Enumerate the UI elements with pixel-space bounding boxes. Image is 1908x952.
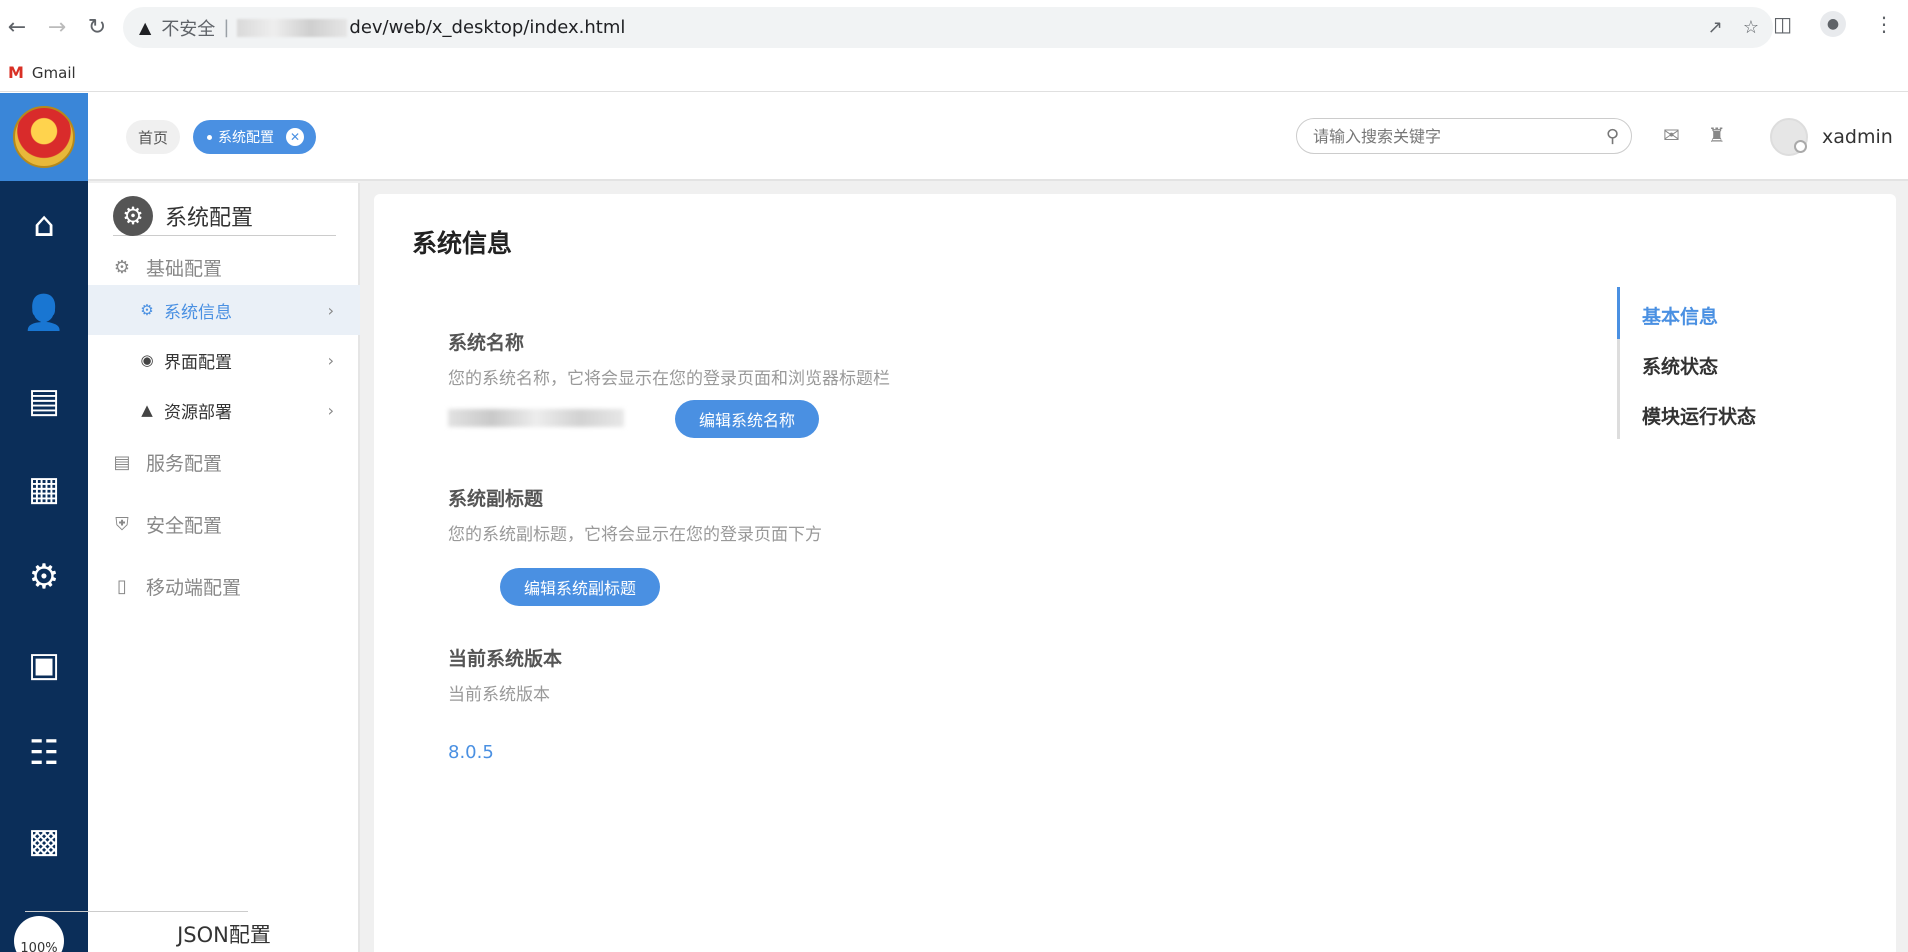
shield-icon: ⛨ (115, 513, 129, 535)
topbar: 首页 系统配置 ✕ ⚲ ✉ ♜ xadmin (88, 93, 1908, 181)
left-rail: ⌂ 👤 ▤ ▦ ⚙ ▣ ☷ ▩ 100% (0, 93, 88, 952)
system-name-desc: 您的系统名称，它将会显示在您的登录页面和浏览器标题栏 (448, 369, 890, 389)
bookmark-star-icon[interactable]: ☆ (1743, 17, 1759, 38)
warning-icon: ▲ (139, 18, 152, 37)
json-config-link[interactable]: JSON配置 (88, 919, 360, 949)
subtitle-desc: 您的系统副标题，它将会显示在您的登录页面下方 (448, 525, 822, 545)
app-root: ⌂ 👤 ▤ ▦ ⚙ ▣ ☷ ▩ 100% 首页 系统配置 ✕ ⚲ ✉ ♜ xad… (0, 93, 1908, 952)
back-icon[interactable]: ← (2, 12, 32, 42)
search-box: ⚲ (1296, 118, 1632, 154)
sidebar-item-ui-config[interactable]: ◉ 界面配置 › (88, 335, 360, 385)
news-icon[interactable]: ▤ (0, 357, 88, 445)
side-menu-footer-divider (25, 911, 248, 912)
url-text: dev/web/x_desktop/index.html (349, 17, 626, 38)
user-settings-icon[interactable]: ⚙ (0, 533, 88, 621)
gear-icon: ⚙ (140, 301, 154, 319)
group-basic[interactable]: ⚙ 基础配置 (88, 247, 360, 287)
group-mobile[interactable]: ▯ 移动端配置 (88, 566, 360, 606)
chevron-right-icon: › (327, 300, 334, 320)
version-value: 8.0.5 (448, 742, 494, 763)
system-name-value-redacted (448, 409, 624, 427)
anchor-basic-info[interactable]: 基本信息 (1642, 302, 1718, 329)
monitor-user-icon[interactable]: 👤 (0, 269, 88, 357)
chevron-right-icon: › (327, 350, 334, 370)
search-icon[interactable]: ⚲ (1606, 126, 1619, 147)
palette-icon: ◉ (140, 351, 154, 369)
anchor-active-bar (1617, 287, 1620, 339)
home-icon[interactable]: ⌂ (0, 181, 88, 269)
share-icon[interactable]: ↗ (1708, 17, 1723, 38)
version-desc: 当前系统版本 (448, 685, 550, 705)
active-dot (207, 134, 212, 140)
version-label: 当前系统版本 (448, 648, 563, 670)
tab-system-config-label: 系统配置 (218, 130, 274, 146)
system-name-label: 系统名称 (448, 332, 525, 354)
tab-system-config[interactable]: 系统配置 ✕ (193, 120, 316, 154)
anchor-system-status[interactable]: 系统状态 (1642, 352, 1718, 379)
server-icon: ▤ (113, 451, 131, 473)
bookmark-gmail[interactable]: Gmail (32, 64, 76, 82)
forward-icon[interactable]: → (42, 12, 72, 42)
side-menu-header: ⚙ 系统配置 (113, 196, 336, 236)
sidebar-item-system-info[interactable]: ⚙ 系统信息 › (88, 285, 360, 335)
group-service-label: 服务配置 (146, 452, 223, 475)
address-bar[interactable]: ▲ 不安全 | dev/web/x_desktop/index.html ↗ ☆ (123, 7, 1773, 48)
group-basic-label: 基础配置 (146, 257, 223, 280)
side-menu-title: 系统配置 (165, 206, 254, 231)
close-icon[interactable]: ✕ (286, 128, 304, 146)
user-menu[interactable]: xadmin (1770, 118, 1893, 156)
message-icon[interactable]: ✉ (1663, 123, 1680, 147)
search-input[interactable] (1313, 126, 1606, 146)
flow-monitor-icon[interactable]: ▣ (0, 621, 88, 709)
logo (0, 93, 88, 181)
group-security[interactable]: ⛨ 安全配置 (88, 504, 360, 544)
side-panel-icon[interactable]: ◫ (1773, 12, 1792, 36)
group-security-label: 安全配置 (146, 514, 223, 537)
sidebar-item-label: 界面配置 (164, 352, 232, 373)
anchor-nav: 基本信息 系统状态 模块运行状态 (1617, 287, 1817, 439)
tab-home[interactable]: 首页 (126, 120, 181, 154)
sidebar-item-resource-deploy[interactable]: ▲ 资源部署 › (88, 385, 360, 435)
dashboard-icon[interactable]: ▩ (0, 797, 88, 885)
zoom-badge[interactable]: 100% (14, 916, 64, 952)
side-menu: ⚙ 系统配置 ⚙ 基础配置 ⚙ 系统信息 › ◉ 界面配置 › ▲ 资源部署 ›… (88, 183, 360, 952)
reload-icon[interactable]: ↻ (82, 12, 112, 42)
anchor-module-status[interactable]: 模块运行状态 (1642, 402, 1756, 429)
profile-icon[interactable]: ● (1820, 11, 1846, 37)
group-service[interactable]: ▤ 服务配置 (88, 442, 360, 482)
security-label: 不安全 (161, 18, 216, 40)
address-separator: | (223, 17, 230, 38)
gmail-icon: M (8, 63, 24, 82)
content-card: 系统信息 系统名称 您的系统名称，它将会显示在您的登录页面和浏览器标题栏 编辑系… (374, 194, 1896, 952)
calendar-icon[interactable]: ▦ (0, 445, 88, 533)
avatar[interactable] (1770, 118, 1808, 156)
sidebar-item-label: 资源部署 (164, 402, 232, 423)
mobile-icon: ▯ (117, 575, 127, 597)
chevron-right-icon: › (327, 400, 334, 420)
redacted-host (237, 18, 348, 37)
edit-system-name-button[interactable]: 编辑系统名称 (675, 400, 820, 438)
subtitle-label: 系统副标题 (448, 488, 544, 510)
browser-toolbar: ← → ↻ ▲ 不安全 | dev/web/x_desktop/index.ht… (0, 0, 1908, 54)
menu-dots-icon[interactable]: ⋮ (1874, 12, 1894, 36)
bookmarks-bar: M Gmail (0, 54, 1908, 92)
group-mobile-label: 移动端配置 (146, 576, 242, 599)
deploy-icon: ▲ (141, 401, 153, 419)
username: xadmin (1822, 126, 1893, 148)
page-title: 系统信息 (412, 229, 513, 258)
emblem-logo (13, 106, 75, 168)
gear-icon: ⚙ (113, 256, 131, 278)
sidebar-item-label: 系统信息 (164, 302, 232, 323)
edit-subtitle-button[interactable]: 编辑系统副标题 (500, 568, 661, 606)
org-chart-icon[interactable]: ☷ (0, 709, 88, 797)
gear-icon: ⚙ (113, 196, 153, 236)
theme-icon[interactable]: ♜ (1708, 123, 1726, 147)
